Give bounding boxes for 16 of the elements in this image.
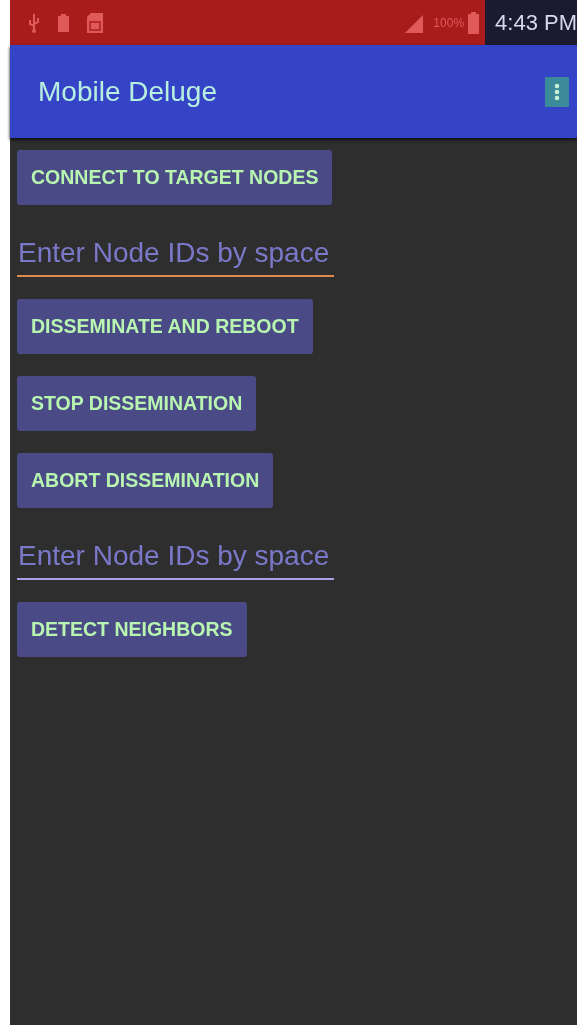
action-button[interactable]: DETECT NEIGHBORS — [17, 602, 247, 657]
action-button[interactable]: STOP DISSEMINATION — [17, 376, 257, 431]
clock: 4:43 PM — [485, 0, 577, 45]
overflow-menu-button[interactable] — [545, 76, 569, 107]
action-button[interactable]: ABORT DISSEMINATION — [17, 453, 274, 508]
sd-card-icon — [87, 12, 103, 33]
battery-icon — [58, 13, 69, 32]
usb-icon — [28, 12, 40, 33]
battery-icon — [468, 11, 480, 34]
node-ids-field[interactable]: Enter Node IDs by space — [17, 534, 334, 580]
action-button[interactable]: CONNECT TO TARGET NODES — [17, 150, 333, 205]
action-button[interactable]: DISSEMINATE AND REBOOT — [17, 299, 313, 354]
app-title: Mobile Deluge — [38, 75, 217, 108]
more-vertical-icon — [554, 82, 560, 101]
battery-level: 100% — [433, 15, 465, 30]
node-ids-field[interactable]: Enter Node IDs by space — [17, 231, 334, 277]
